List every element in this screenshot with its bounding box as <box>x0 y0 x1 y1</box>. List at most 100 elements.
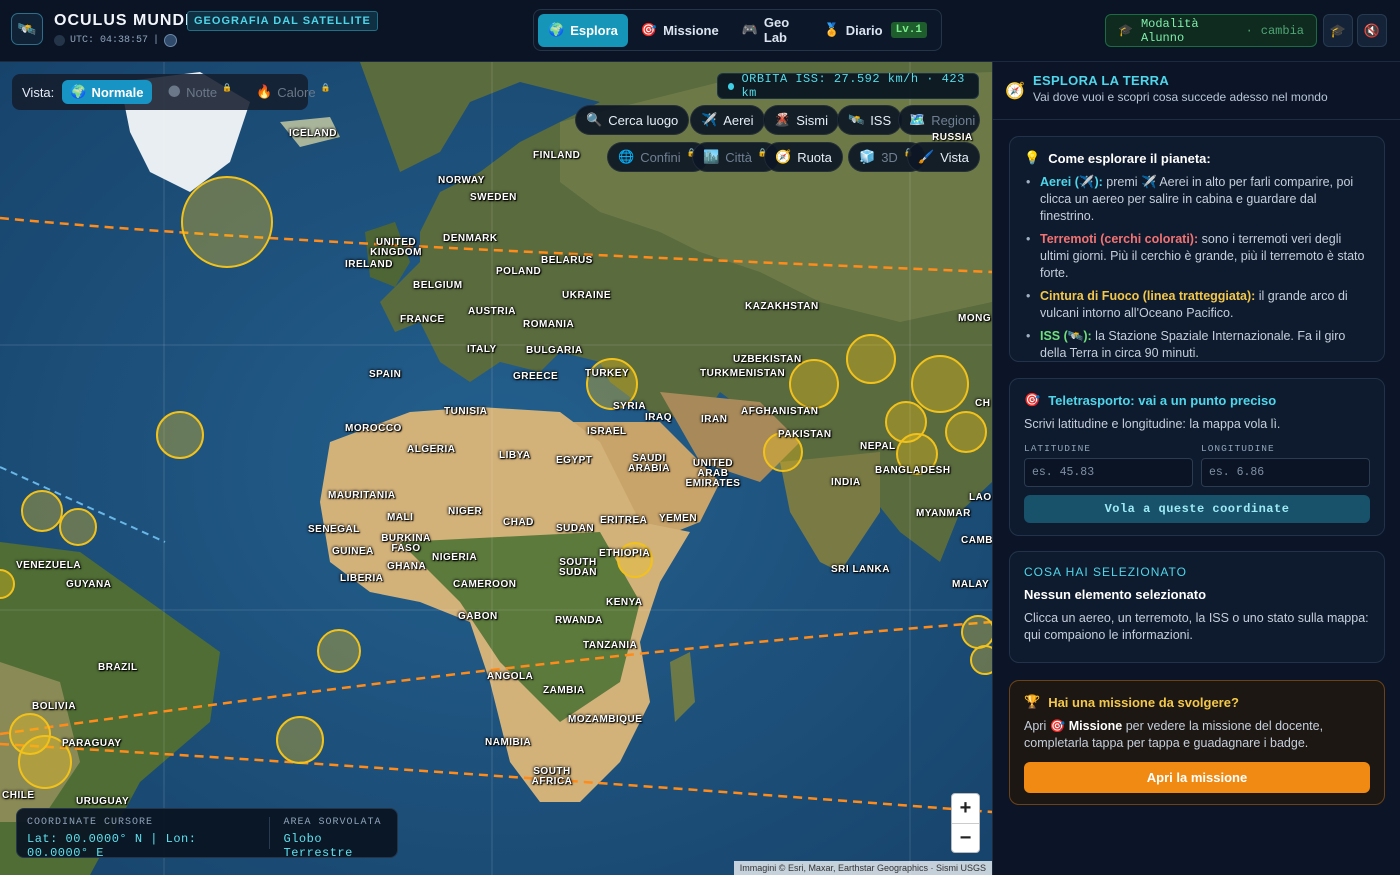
country-label[interactable]: FRANCE <box>400 315 445 325</box>
country-label[interactable]: BELARUS <box>541 256 593 266</box>
country-label[interactable]: GABON <box>458 612 498 622</box>
view-button[interactable]: 🖌️ Vista <box>907 142 980 172</box>
country-label[interactable]: INDIA <box>831 478 861 488</box>
country-label[interactable]: TURKEY <box>585 369 629 379</box>
country-label[interactable]: ANGOLA <box>487 672 533 682</box>
country-label[interactable]: BOLIVIA <box>32 702 76 712</box>
country-label[interactable]: BURKINA FASO <box>378 534 434 554</box>
country-label[interactable]: MOROCCO <box>345 424 402 434</box>
map-attribution[interactable]: Immagini © Esri, Maxar, Earthstar Geogra… <box>733 861 992 875</box>
country-label[interactable]: KENYA <box>606 598 643 608</box>
country-label[interactable]: GUINEA <box>332 547 374 557</box>
country-label[interactable]: SYRIA <box>613 402 646 412</box>
country-label[interactable]: ALGERIA <box>407 445 456 455</box>
country-label[interactable]: ICELAND <box>289 129 337 139</box>
country-label[interactable]: DENMARK <box>443 234 498 244</box>
quakes-button[interactable]: 🌋 Sismi <box>763 105 839 135</box>
country-label[interactable]: LIBERIA <box>340 574 384 584</box>
sound-off-icon-button[interactable]: 🔇 <box>1357 14 1387 47</box>
country-label[interactable]: UNITED ARAB EMIRATES <box>685 459 741 489</box>
country-label[interactable]: CHILE <box>2 791 35 801</box>
country-label[interactable]: GHANA <box>387 562 426 572</box>
teacher-icon-button[interactable]: 🎓 <box>1323 14 1353 47</box>
country-label[interactable]: VENEZUELA <box>16 561 81 571</box>
country-label[interactable]: PARAGUAY <box>62 739 122 749</box>
country-label[interactable]: SPAIN <box>369 370 401 380</box>
rotate-button[interactable]: 🧭 Ruota <box>764 142 843 172</box>
country-label[interactable]: GUYANA <box>66 580 111 590</box>
country-label[interactable]: TUNISIA <box>444 407 488 417</box>
country-label[interactable]: MALI <box>387 513 413 523</box>
country-label[interactable]: MOZAMBIQUE <box>568 715 642 725</box>
country-label[interactable]: URUGUAY <box>76 797 129 807</box>
country-label[interactable]: SENEGAL <box>308 525 360 535</box>
country-label[interactable]: SAUDI ARABIA <box>626 454 672 474</box>
country-label[interactable]: POLAND <box>496 267 541 277</box>
country-label[interactable]: BRAZIL <box>98 663 138 673</box>
country-label[interactable]: PAKISTAN <box>778 430 832 440</box>
country-label[interactable]: AUSTRIA <box>468 307 516 317</box>
zoom-out-button[interactable]: − <box>952 823 979 852</box>
country-label[interactable]: IRAN <box>701 415 727 425</box>
country-label[interactable]: IRAQ <box>645 413 672 423</box>
country-label[interactable]: ZAMBIA <box>543 686 585 696</box>
country-label[interactable]: MONG <box>958 314 991 324</box>
country-label[interactable]: SRI LANKA <box>831 565 890 575</box>
country-label[interactable]: RUSSIA <box>932 133 976 143</box>
country-label[interactable]: UKRAINE <box>562 291 611 301</box>
longitude-input[interactable]: es. 6.86 <box>1201 458 1370 487</box>
country-label[interactable]: NIGERIA <box>432 553 477 563</box>
country-label[interactable]: CAMEROON <box>453 580 516 590</box>
country-label[interactable]: EGYPT <box>556 456 592 466</box>
country-label[interactable]: NEPAL <box>860 442 896 452</box>
country-label[interactable]: UZBEKISTAN <box>733 355 802 365</box>
country-label[interactable]: TANZANIA <box>583 641 637 651</box>
country-label[interactable]: YEMEN <box>659 514 697 524</box>
country-label[interactable]: MALAY <box>952 580 989 590</box>
country-label[interactable]: SOUTH AFRICA <box>530 767 574 787</box>
tab-esplora[interactable]: 🌍 Esplora <box>538 13 628 47</box>
country-label[interactable]: ERITREA <box>600 516 647 526</box>
country-label[interactable]: BELGIUM <box>413 281 463 291</box>
country-label[interactable]: BULGARIA <box>526 346 583 356</box>
country-label[interactable]: FINLAND <box>533 151 580 161</box>
view-normal-button[interactable]: 🌍 Normale <box>62 80 152 104</box>
country-label[interactable]: ROMANIA <box>523 320 574 330</box>
country-label[interactable]: SOUTH SUDAN <box>558 558 598 578</box>
country-label[interactable]: IRELAND <box>345 260 393 270</box>
country-label[interactable]: ITALY <box>467 345 497 355</box>
globe-icon[interactable] <box>164 34 178 47</box>
tab-geo-lab[interactable]: 🎮 Geo Lab <box>732 14 811 47</box>
zoom-in-button[interactable]: + <box>952 794 979 823</box>
regions-button[interactable]: 🗺️ Regioni <box>898 105 980 135</box>
tab-missione[interactable]: 🎯 Missione <box>631 14 729 47</box>
country-label[interactable]: KAZAKHSTAN <box>745 302 819 312</box>
latitude-input[interactable]: es. 45.83 <box>1024 458 1193 487</box>
country-label[interactable]: GREECE <box>513 372 558 382</box>
search-place-button[interactable]: 🔍 Cerca luogo <box>575 105 690 135</box>
student-mode-button[interactable]: 🎓 Modalità Alunno · cambia <box>1105 14 1317 47</box>
fly-to-coordinates-button[interactable]: Vola a queste coordinate <box>1024 495 1370 523</box>
country-label[interactable]: RWANDA <box>555 616 603 626</box>
satellite-map[interactable]: Vista: 🌍 Normale 🌑 Notte 🔒 🔥 Calore 🔒 ORBITA … <box>0 62 992 875</box>
country-label[interactable]: MAURITANIA <box>328 491 396 501</box>
tab-diario[interactable]: 🏅 Diario Lv.1 <box>814 14 937 47</box>
country-label[interactable]: AFGHANISTAN <box>741 407 819 417</box>
country-label[interactable]: SWEDEN <box>470 193 517 203</box>
country-label[interactable]: NORWAY <box>438 176 485 186</box>
country-label[interactable]: NAMIBIA <box>485 738 531 748</box>
satellite-logo-icon[interactable]: 🛰️ <box>11 13 43 45</box>
open-mission-button[interactable]: Apri la missione <box>1024 762 1370 793</box>
country-label[interactable]: CHAD <box>503 518 534 528</box>
country-label[interactable]: NIGER <box>448 507 482 517</box>
country-label[interactable]: CAMB <box>961 536 992 546</box>
country-label[interactable]: ISRAEL <box>587 427 627 437</box>
country-label[interactable]: BANGLADESH <box>875 466 951 476</box>
country-label[interactable]: UNITED KINGDOM <box>366 238 426 258</box>
iss-button[interactable]: 🛰️ ISS <box>837 105 903 135</box>
country-label[interactable]: TURKMENISTAN <box>700 369 785 379</box>
country-label[interactable]: SUDAN <box>556 524 594 534</box>
country-label[interactable]: LAO <box>969 493 992 503</box>
country-label[interactable]: CH <box>975 399 990 409</box>
country-label[interactable]: MYANMAR <box>916 509 971 519</box>
